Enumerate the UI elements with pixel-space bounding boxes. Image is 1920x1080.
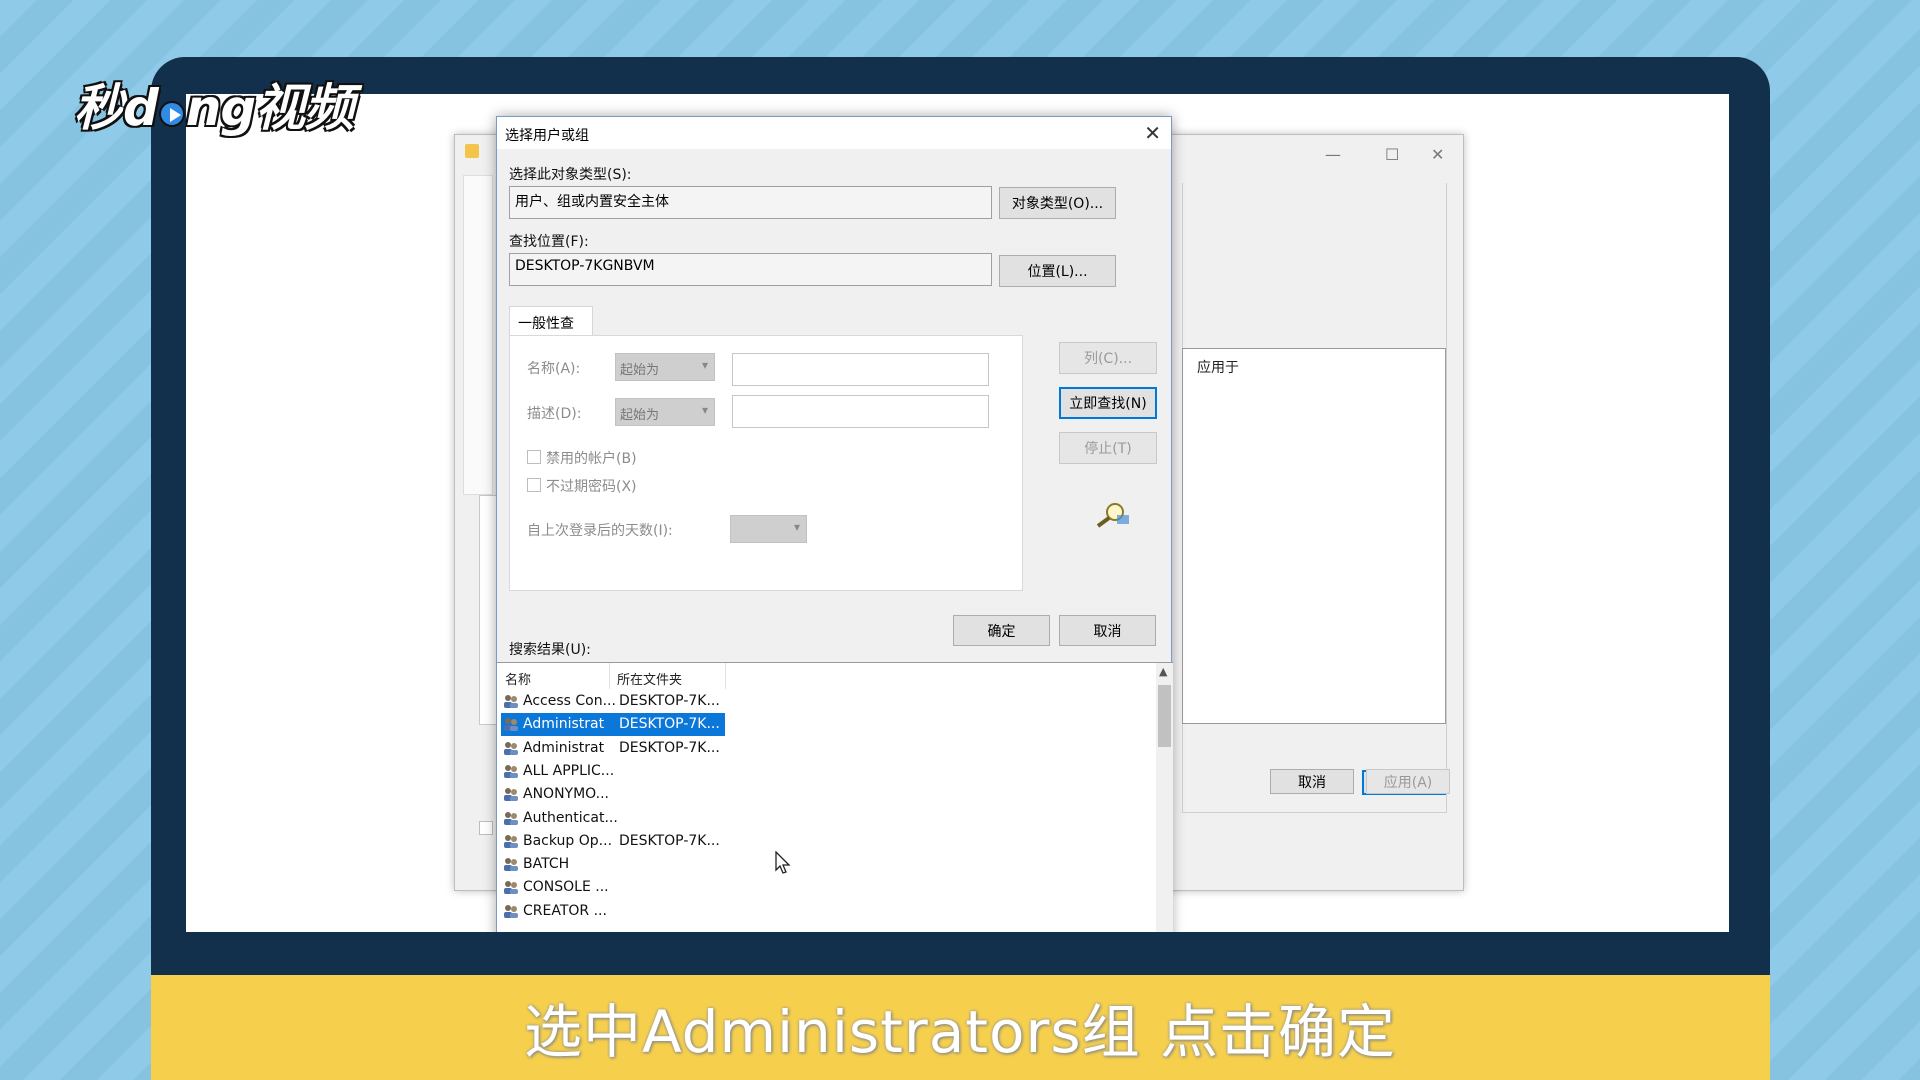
search-results-label: 搜索结果(U): bbox=[509, 642, 591, 658]
find-now-button[interactable]: 立即查找(N) bbox=[1059, 387, 1157, 419]
cancel-button[interactable]: 取消 bbox=[1059, 615, 1156, 646]
group-icon bbox=[503, 810, 519, 826]
name-combo-value: 起始为 bbox=[620, 363, 660, 378]
applies-list[interactable]: 应用于 bbox=[1182, 348, 1446, 724]
logo-text-b: d bbox=[123, 79, 159, 137]
list-item[interactable]: CREATOR ... bbox=[501, 900, 725, 923]
column-header-name[interactable]: 名称 bbox=[505, 669, 531, 688]
days-since-login-label: 自上次登录后的天数(I): bbox=[527, 523, 673, 539]
no-expire-password-checkbox[interactable] bbox=[527, 478, 541, 492]
search-results-list[interactable]: 名称 所在文件夹 Access Con... DESKTOP-7K... Admin… bbox=[497, 662, 1173, 932]
result-name: Backup Op... bbox=[523, 832, 613, 849]
list-item[interactable]: ALL APPLIC... bbox=[501, 760, 725, 783]
group-icon bbox=[503, 693, 519, 709]
applies-to-header: 应用于 bbox=[1197, 360, 1239, 376]
list-item[interactable]: Access Con... DESKTOP-7K... bbox=[501, 690, 725, 713]
group-icon bbox=[503, 856, 519, 872]
group-icon bbox=[503, 833, 519, 849]
group-icon bbox=[503, 740, 519, 756]
list-item[interactable]: Administrat DESKTOP-7K... bbox=[501, 713, 725, 737]
result-name: CONSOLE ... bbox=[523, 879, 609, 896]
close-icon[interactable]: ✕ bbox=[1144, 121, 1161, 145]
logo-text-a: 秒 bbox=[74, 79, 124, 137]
mouse-cursor bbox=[775, 850, 791, 879]
brand-logo: 秒d ng视频 bbox=[74, 68, 354, 138]
name-match-select[interactable]: 起始为 ▾ bbox=[615, 353, 715, 381]
name-input[interactable] bbox=[732, 353, 989, 386]
search-icon bbox=[1095, 501, 1131, 529]
select-users-dialog: 选择用户或组 ✕ 选择此对象类型(S): 用户、组或内置安全主体 对象类型(O)… bbox=[496, 116, 1173, 932]
result-folder: DESKTOP-7K... bbox=[619, 693, 720, 709]
list-item[interactable]: Authenticat... bbox=[501, 807, 725, 830]
result-name: ANONYMO... bbox=[523, 786, 609, 803]
stop-button[interactable]: 停止(T) bbox=[1059, 432, 1157, 464]
location-field: DESKTOP-7KGNBVM bbox=[509, 253, 992, 286]
result-name: Administrat bbox=[523, 739, 605, 756]
column-separator bbox=[725, 663, 726, 689]
columns-button[interactable]: 列(C)... bbox=[1059, 342, 1157, 374]
group-icon bbox=[503, 763, 519, 779]
disabled-accounts-checkbox[interactable] bbox=[527, 450, 541, 464]
desc-combo-value: 起始为 bbox=[620, 408, 660, 423]
column-header-folder[interactable]: 所在文件夹 bbox=[617, 669, 682, 688]
result-name: CREATOR ... bbox=[523, 902, 607, 919]
locations-button[interactable]: 位置(L)... bbox=[999, 255, 1116, 287]
result-name: Authenticat... bbox=[523, 809, 618, 826]
list-item[interactable]: CONSOLE ... bbox=[501, 876, 725, 899]
list-item[interactable]: ANONYMO... bbox=[501, 783, 725, 806]
group-icon bbox=[503, 879, 519, 895]
description-input[interactable] bbox=[732, 395, 989, 428]
bg-checkbox[interactable] bbox=[479, 821, 493, 835]
result-folder: DESKTOP-7K... bbox=[619, 716, 720, 733]
list-item[interactable]: Backup Op... DESKTOP-7K... bbox=[501, 830, 725, 853]
left-fragment bbox=[463, 175, 493, 495]
tab-common-queries[interactable]: 一般性查询 bbox=[509, 306, 593, 352]
result-folder: DESKTOP-7K... bbox=[619, 739, 720, 756]
minimize-icon[interactable]: — bbox=[1325, 145, 1341, 164]
bg-apply-button[interactable]: 应用(A) bbox=[1366, 769, 1450, 794]
group-icon bbox=[503, 786, 519, 802]
object-types-button[interactable]: 对象类型(O)... bbox=[999, 187, 1116, 219]
days-since-login-select[interactable]: ▾ bbox=[730, 515, 807, 543]
folder-icon bbox=[465, 144, 479, 158]
result-name: BATCH bbox=[523, 856, 570, 873]
description-label: 描述(D): bbox=[527, 406, 582, 422]
dialog-titlebar: 选择用户或组 ✕ bbox=[497, 117, 1171, 149]
scroll-up-icon[interactable]: ▲ bbox=[1159, 665, 1167, 678]
close-icon[interactable]: ✕ bbox=[1431, 145, 1444, 164]
chevron-down-icon: ▾ bbox=[701, 403, 708, 417]
ok-button[interactable]: 确定 bbox=[953, 615, 1050, 646]
results-scrollbar[interactable]: ▲ bbox=[1156, 663, 1173, 932]
description-match-select[interactable]: 起始为 ▾ bbox=[615, 398, 715, 426]
result-name: Access Con... bbox=[523, 693, 616, 709]
logo-text-c: ng视频 bbox=[185, 79, 354, 137]
result-name: Administrat bbox=[523, 716, 605, 733]
location-label: 查找位置(F): bbox=[509, 234, 589, 250]
group-icon bbox=[503, 903, 519, 919]
screen: — ☐ ✕ 应用于 确定 取消 应用(A) 选择用户或组 ✕ 选择此对象类型(S… bbox=[186, 94, 1729, 932]
scroll-thumb[interactable] bbox=[1158, 685, 1171, 747]
play-icon bbox=[158, 101, 185, 127]
result-name: ALL APPLIC... bbox=[523, 762, 615, 779]
object-type-field: 用户、组或内置安全主体 bbox=[509, 186, 992, 219]
common-queries-panel: 名称(A): 起始为 ▾ 描述(D): 起始为 ▾ 禁用的帐户(B) 不过期密码… bbox=[509, 335, 1023, 591]
chevron-down-icon: ▾ bbox=[701, 358, 708, 372]
group-icon bbox=[503, 716, 519, 732]
no-expire-password-label: 不过期密码(X) bbox=[546, 479, 637, 495]
dialog-title: 选择用户或组 bbox=[505, 128, 589, 144]
bg-cancel-button[interactable]: 取消 bbox=[1270, 769, 1354, 794]
maximize-icon[interactable]: ☐ bbox=[1385, 145, 1399, 164]
list-item[interactable]: Administrat DESKTOP-7K... bbox=[501, 737, 725, 760]
chevron-down-icon: ▾ bbox=[793, 520, 800, 534]
result-folder: DESKTOP-7K... bbox=[619, 832, 720, 849]
column-separator bbox=[609, 663, 610, 689]
name-label: 名称(A): bbox=[527, 361, 581, 377]
object-type-label: 选择此对象类型(S): bbox=[509, 167, 632, 183]
caption-text: 选中Administrators组 点击确定 bbox=[523, 998, 1397, 1066]
list-item[interactable]: BATCH bbox=[501, 853, 725, 876]
disabled-accounts-label: 禁用的帐户(B) bbox=[546, 451, 637, 467]
